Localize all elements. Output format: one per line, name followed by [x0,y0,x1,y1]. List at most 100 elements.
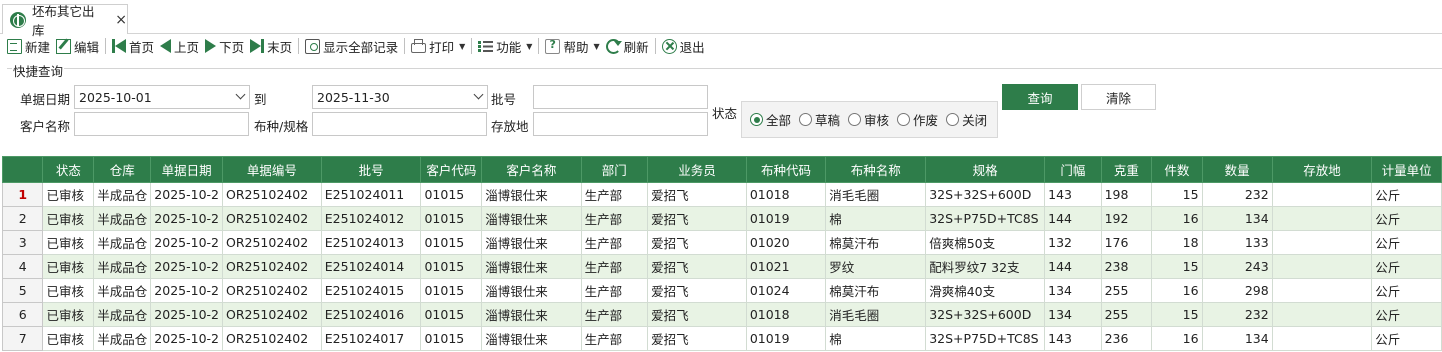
cell-row-number[interactable]: 1 [2,182,44,207]
column-header-department[interactable]: 部门 [580,156,649,183]
date-to-picker[interactable]: 2025-11-30 [312,85,488,109]
cell-row-number[interactable]: 6 [2,302,44,327]
cell-location [1271,206,1373,231]
cell-status: 已审核 [42,326,95,351]
cell-spec: 32S+32S+600D [925,182,1046,207]
table-row[interactable]: 7 已审核 半成品仓 2025-10-2 OR25102402 E251024017 010… [2,326,1442,351]
chevron-down-icon[interactable] [473,89,484,100]
column-header-quantity[interactable]: 数量 [1201,156,1273,183]
status-radio-all[interactable]: 全部 [750,110,791,129]
table-row[interactable]: 2 已审核 半成品仓 2025-10-2 OR25102402 E251024012 010… [2,206,1442,231]
cell-department: 生产部 [580,230,649,255]
cell-width: 134 [1044,302,1102,327]
status-radio-closed[interactable]: 关闭 [946,110,987,129]
refresh-button[interactable]: 刷新 [603,36,652,56]
print-button[interactable]: 打印 ▼ [408,36,468,56]
first-page-button[interactable]: 首页 [109,36,157,56]
fabric-input[interactable] [312,112,487,136]
table-row[interactable]: 6 已审核 半成品仓 2025-10-2 OR25102402 E251024016 010… [2,302,1442,327]
cell-customer-name: 淄博银仕来 [481,278,582,303]
cell-location [1271,326,1373,351]
function-button[interactable]: 功能 ▼ [475,36,535,56]
prev-page-button[interactable]: 上页 [157,36,202,56]
next-page-button[interactable]: 下页 [202,36,247,56]
cell-doc-number: OR25102402 [222,182,322,207]
table-row[interactable]: 3 已审核 半成品仓 2025-10-2 OR25102402 E251024013 010… [2,230,1442,255]
exit-button[interactable]: 退出 [659,36,708,56]
cell-width: 132 [1044,230,1102,255]
column-header-fabric-name[interactable]: 布种名称 [825,156,927,183]
column-header-doc-date[interactable]: 单据日期 [150,156,223,183]
cell-doc-date: 2025-10-2 [150,254,223,279]
last-page-button[interactable]: 末页 [247,36,295,56]
cell-customer-code: 01015 [420,230,483,255]
radio-selected-icon [750,113,763,126]
chevron-down-icon: ▼ [459,41,466,51]
cell-row-number[interactable]: 2 [2,206,44,231]
cell-warehouse: 半成品仓 [93,302,152,327]
column-header-row-number[interactable] [2,156,44,183]
table-row[interactable]: 4 已审核 半成品仓 2025-10-2 OR25102402 E251024014 010… [2,254,1442,279]
clear-button[interactable]: 清除 [1081,84,1156,110]
cell-row-number[interactable]: 5 [2,278,44,303]
cell-unit: 公斤 [1371,278,1442,303]
cell-department: 生产部 [580,326,649,351]
column-header-unit[interactable]: 计量单位 [1371,156,1442,183]
cell-location [1271,230,1373,255]
close-icon[interactable]: × [115,13,127,27]
cell-row-number[interactable]: 3 [2,230,44,255]
show-all-button[interactable]: 显示全部记录 [302,36,401,56]
cell-row-number[interactable]: 4 [2,254,44,279]
tab-active[interactable]: 坯布其它出库 × [2,4,128,38]
cell-salesperson: 爱招飞 [647,278,747,303]
location-input[interactable] [533,112,708,136]
column-header-width[interactable]: 门幅 [1044,156,1102,183]
column-header-weight[interactable]: 克重 [1100,156,1153,183]
edit-button[interactable]: 编辑 [53,36,102,56]
column-header-warehouse[interactable]: 仓库 [93,156,152,183]
column-header-location[interactable]: 存放地 [1271,156,1373,183]
cell-quantity: 134 [1201,206,1273,231]
help-button[interactable]: 帮助 ▼ [542,36,602,56]
table-row[interactable]: 1 已审核 半成品仓 2025-10-2 OR25102402 E251024011 010… [2,182,1442,207]
column-header-customer-name[interactable]: 客户名称 [481,156,582,183]
cell-doc-date: 2025-10-2 [150,326,223,351]
chevron-down-icon[interactable] [235,89,246,100]
date-from-picker[interactable]: 2025-10-01 [74,85,250,109]
table-row[interactable]: 5 已审核 半成品仓 2025-10-2 OR25102402 E251024015 010… [2,278,1442,303]
chevron-down-icon: ▼ [526,41,533,51]
column-header-fabric-code[interactable]: 布种代码 [745,156,827,183]
batch-input[interactable] [533,85,708,109]
status-radio-void[interactable]: 作废 [897,110,938,129]
status-radio-group: 全部 草稿 审核 作废 关闭 [741,101,998,138]
customer-input[interactable] [74,112,249,136]
status-radio-audited[interactable]: 审核 [848,110,889,129]
table-body: 1 已审核 半成品仓 2025-10-2 OR25102402 E251024011 010… [2,182,1442,351]
column-header-customer-code[interactable]: 客户代码 [420,156,483,183]
column-header-salesperson[interactable]: 业务员 [647,156,747,183]
cell-customer-code: 01015 [420,326,483,351]
cell-status: 已审核 [42,302,95,327]
cell-status: 已审核 [42,182,95,207]
cell-fabric-code: 01018 [745,182,827,207]
column-header-pieces[interactable]: 件数 [1151,156,1203,183]
cell-spec: 滑爽棉40支 [925,278,1046,303]
query-button[interactable]: 查询 [1002,84,1078,110]
cell-unit: 公斤 [1371,230,1442,255]
cell-unit: 公斤 [1371,182,1442,207]
cell-fabric-name: 棉 [825,206,927,231]
help-icon [545,38,561,54]
column-header-doc-number[interactable]: 单据编号 [222,156,322,183]
cell-doc-date: 2025-10-2 [150,182,223,207]
cell-row-number[interactable]: 7 [2,326,44,351]
column-header-batch[interactable]: 批号 [320,156,422,183]
column-header-status[interactable]: 状态 [42,156,95,183]
cell-quantity: 243 [1201,254,1273,279]
cell-department: 生产部 [580,254,649,279]
new-button[interactable]: 新建 [4,36,53,56]
status-radio-draft[interactable]: 草稿 [799,110,840,129]
tab-title: 坯布其它出库 [32,3,95,38]
column-header-spec[interactable]: 规格 [925,156,1046,183]
toolbar-divider [471,38,473,54]
toolbar-divider [105,38,107,54]
